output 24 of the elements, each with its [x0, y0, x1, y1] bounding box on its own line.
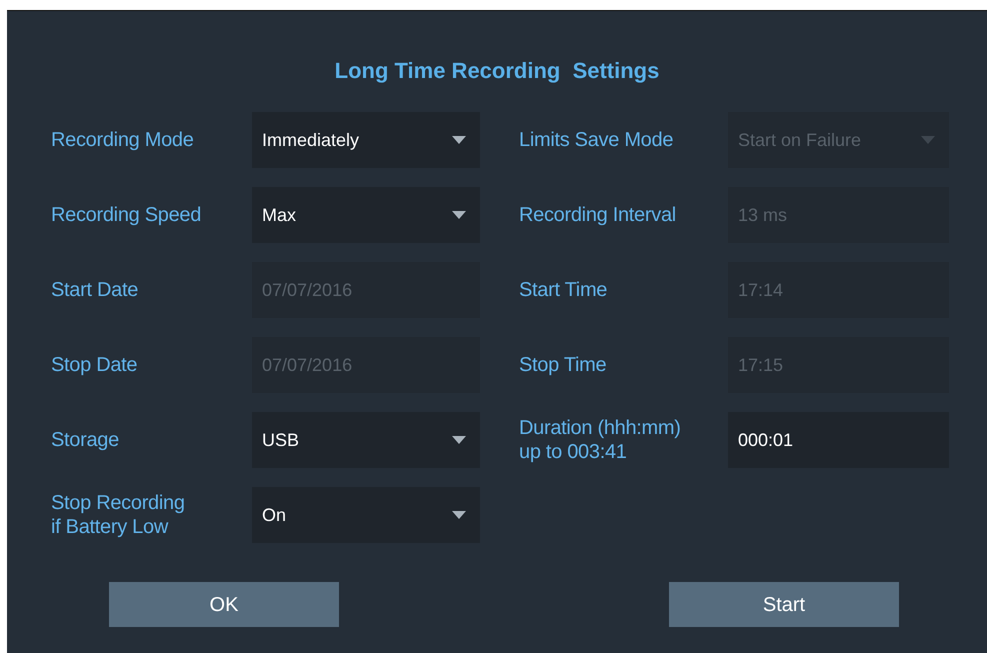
dropdown-field[interactable]: USB [252, 412, 480, 468]
field-label: Stop Recording if Battery Low [51, 491, 186, 539]
input-field[interactable]: 000:01 [728, 412, 949, 468]
field-label: Recording Interval [519, 203, 677, 227]
field-label: Duration (hhh:mm) up to 003:41 [519, 416, 682, 464]
field-label: Storage [51, 428, 120, 452]
field-label: Start Date [51, 278, 140, 302]
dropdown-field[interactable]: On [252, 487, 480, 543]
dialog-button[interactable]: OK [109, 582, 339, 627]
dialog-button[interactable]: Start [669, 582, 899, 627]
caret-icon [452, 436, 466, 444]
caret-icon [452, 136, 466, 144]
caret-icon [452, 211, 466, 219]
caret-icon [452, 511, 466, 519]
field-label: Limits Save Mode [519, 128, 674, 152]
field-label: Stop Time [519, 353, 608, 377]
field-label: Recording Mode [51, 128, 195, 152]
field-label: Stop Date [51, 353, 138, 377]
dropdown-field[interactable]: Max [252, 187, 480, 243]
caret-icon [921, 136, 935, 144]
dialog-title: Long Time Recording Settings [334, 57, 660, 85]
dropdown-field[interactable]: Immediately [252, 112, 480, 168]
field-label: Start Time [519, 278, 608, 302]
field-label: Recording Speed [51, 203, 202, 227]
